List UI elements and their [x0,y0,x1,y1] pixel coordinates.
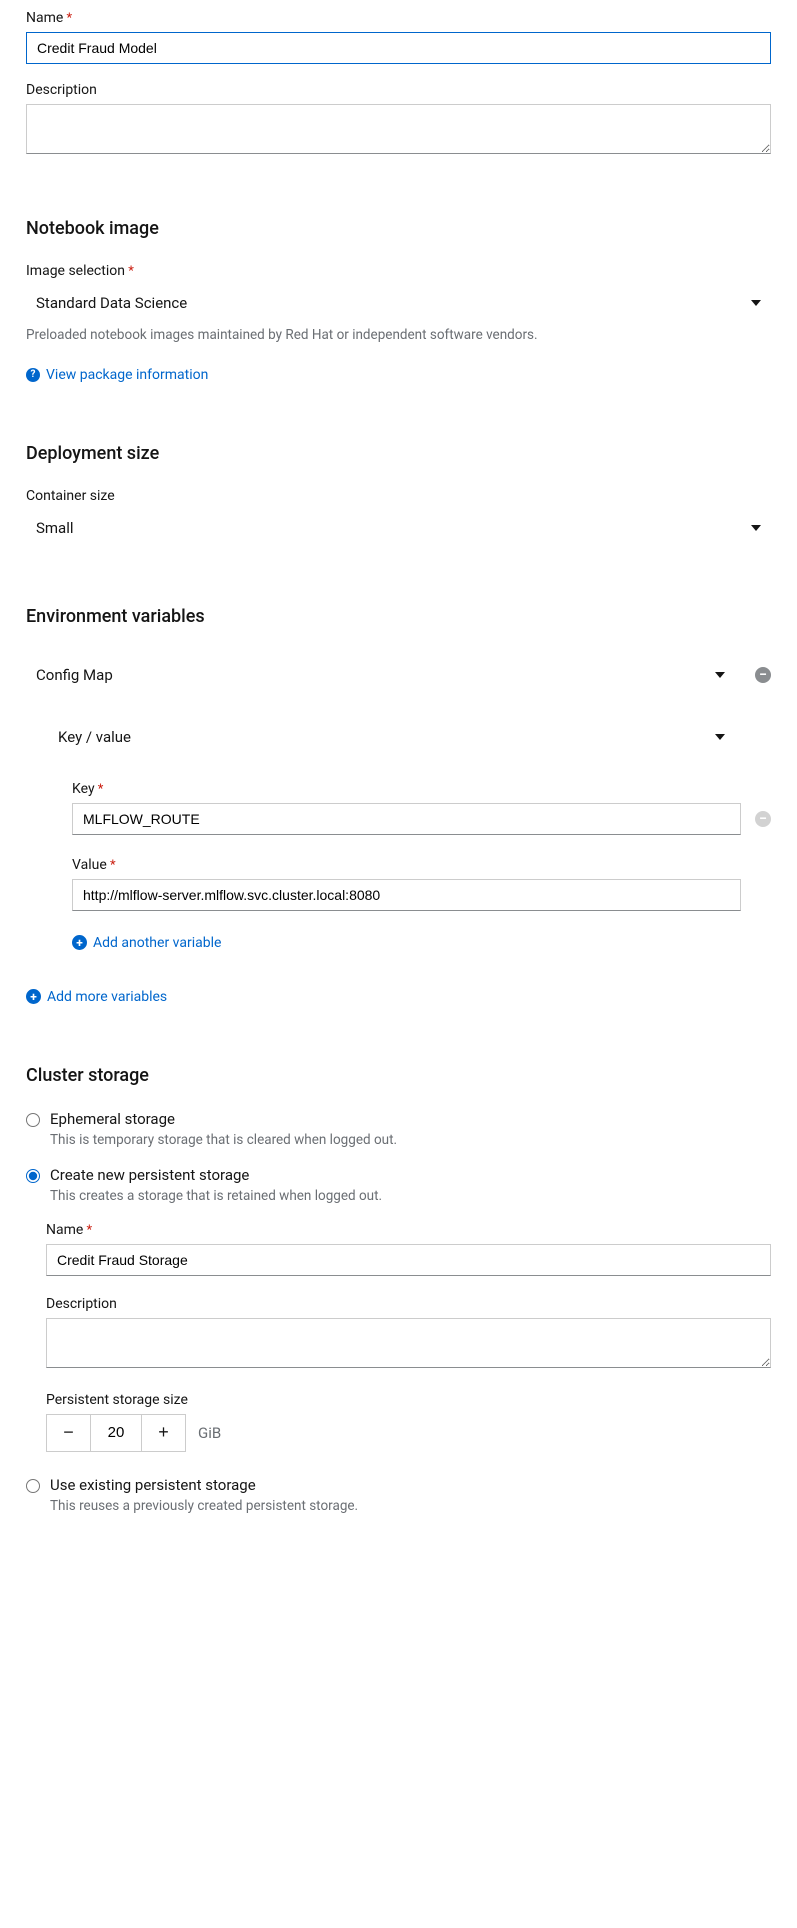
add-another-variable-text: Add another variable [93,935,221,951]
deployment-size-section: Deployment size Container size Small [26,443,771,546]
image-selection-help: Preloaded notebook images maintained by … [26,327,771,343]
storage-size-increment-button[interactable]: + [141,1415,185,1451]
env-key-input[interactable] [72,803,741,835]
env-var-subtype-value: Key / value [58,728,131,746]
remove-env-var-group-button[interactable]: − [755,667,771,683]
storage-desc-label: Description [46,1296,771,1312]
name-section: Name Description [26,10,771,158]
description-textarea[interactable] [26,104,771,154]
create-new-storage-help: This creates a storage that is retained … [50,1188,771,1204]
existing-storage-label: Use existing persistent storage [50,1476,256,1494]
storage-name-label: Name [46,1222,771,1238]
image-selection-value: Standard Data Science [36,294,187,312]
image-selection-dropdown[interactable]: Standard Data Science [26,285,771,321]
create-new-storage-radio[interactable] [26,1169,40,1183]
container-size-label: Container size [26,488,771,504]
cluster-storage-title: Cluster storage [26,1065,771,1086]
deployment-size-title: Deployment size [26,443,771,464]
storage-desc-textarea[interactable] [46,1318,771,1368]
image-selection-label: Image selection [26,263,771,279]
plus-circle-icon: + [26,989,41,1004]
caret-down-icon [715,672,725,678]
storage-size-decrement-button[interactable]: − [47,1415,91,1451]
caret-down-icon [751,300,761,306]
name-label: Name [26,10,771,26]
caret-down-icon [751,525,761,531]
add-more-variables-link[interactable]: + Add more variables [26,989,167,1005]
remove-kv-pair-button[interactable]: − [755,811,771,827]
storage-name-input[interactable] [46,1244,771,1276]
env-value-label: Value [72,857,771,873]
env-vars-title: Environment variables [26,606,771,627]
name-input[interactable] [26,32,771,64]
plus-circle-icon: + [72,935,87,950]
cluster-storage-section: Cluster storage Ephemeral storage This i… [26,1065,771,1514]
create-new-storage-label: Create new persistent storage [50,1166,249,1184]
add-more-variables-text: Add more variables [47,989,167,1005]
view-package-info-link[interactable]: ? View package information [26,367,208,383]
description-label: Description [26,82,771,98]
container-size-dropdown[interactable]: Small [26,510,771,546]
existing-storage-radio[interactable] [26,1479,40,1493]
add-another-variable-link[interactable]: + Add another variable [72,935,221,951]
view-package-info-text: View package information [46,367,208,383]
storage-size-unit: GiB [198,1424,221,1442]
ephemeral-storage-radio[interactable] [26,1113,40,1127]
env-vars-section: Environment variables Config Map − Key /… [26,606,771,1005]
env-var-type-dropdown[interactable]: Config Map [26,657,735,693]
notebook-image-title: Notebook image [26,218,771,239]
env-var-subtype-dropdown[interactable]: Key / value [48,719,735,755]
ephemeral-storage-help: This is temporary storage that is cleare… [50,1132,771,1148]
env-value-input[interactable] [72,879,741,911]
caret-down-icon [715,734,725,740]
storage-size-label: Persistent storage size [46,1392,771,1408]
env-var-type-value: Config Map [36,666,113,684]
info-icon: ? [26,368,40,382]
env-key-label: Key [72,781,771,797]
notebook-image-section: Notebook image Image selection Standard … [26,218,771,383]
existing-storage-help: This reuses a previously created persist… [50,1498,771,1514]
storage-size-input[interactable] [91,1415,141,1451]
ephemeral-storage-label: Ephemeral storage [50,1110,175,1128]
container-size-value: Small [36,519,74,537]
